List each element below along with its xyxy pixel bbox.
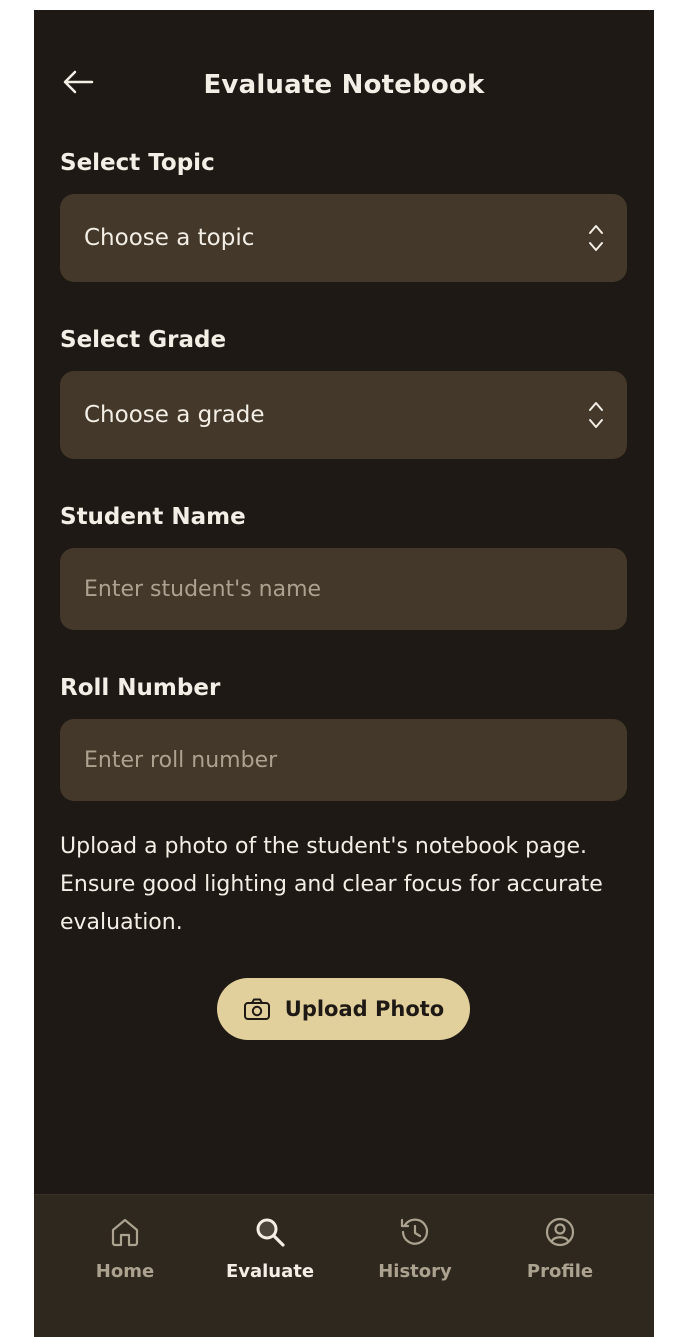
- home-icon: [111, 1218, 139, 1247]
- nav-label-history: History: [378, 1261, 452, 1282]
- student-name-label: Student Name: [60, 504, 246, 530]
- grade-select[interactable]: Choose a grade: [60, 371, 627, 459]
- student-name-field[interactable]: Enter student's name: [60, 548, 627, 630]
- topic-select[interactable]: Choose a topic: [60, 194, 627, 282]
- upload-photo-button[interactable]: Upload Photo: [217, 978, 470, 1040]
- topic-label: Select Topic: [60, 150, 215, 176]
- header: Evaluate Notebook: [34, 52, 654, 114]
- profile-icon: [545, 1217, 575, 1247]
- history-icon: [400, 1218, 429, 1245]
- chevron-up-down-icon: [589, 225, 603, 251]
- bottom-nav: Home Evaluate History Profile: [34, 1194, 654, 1337]
- page-title: Evaluate Notebook: [203, 70, 485, 100]
- chevron-up-down-icon: [589, 402, 603, 428]
- search-icon: [256, 1218, 285, 1247]
- upload-instructions: Upload a photo of the student's notebook…: [60, 834, 603, 935]
- grade-label: Select Grade: [60, 327, 227, 353]
- nav-item-evaluate[interactable]: Evaluate: [215, 1215, 325, 1305]
- topic-select-value: Choose a topic: [84, 225, 255, 251]
- nav-label-home: Home: [95, 1261, 155, 1282]
- roll-number-label: Roll Number: [60, 675, 221, 701]
- camera-icon: [243, 998, 270, 1020]
- nav-item-profile[interactable]: Profile: [505, 1215, 615, 1305]
- nav-label-profile: Profile: [526, 1261, 594, 1282]
- student-name-placeholder: Enter student's name: [84, 576, 322, 602]
- nav-label-evaluate: Evaluate: [225, 1261, 315, 1282]
- upload-photo-label: Upload Photo: [284, 997, 445, 1021]
- roll-number-placeholder: Enter roll number: [84, 747, 278, 773]
- nav-item-home[interactable]: Home: [70, 1215, 180, 1305]
- grade-select-value: Choose a grade: [84, 402, 265, 428]
- nav-item-history[interactable]: History: [360, 1215, 470, 1305]
- screen: Evaluate Notebook Select Topic Choose a …: [34, 10, 654, 1337]
- roll-number-field[interactable]: Enter roll number: [60, 719, 627, 801]
